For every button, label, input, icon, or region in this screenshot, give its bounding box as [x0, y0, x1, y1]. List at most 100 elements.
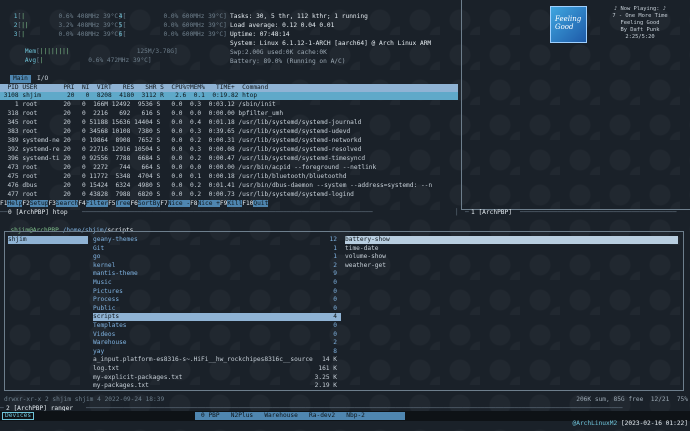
file-name: my-explicit-packages.txt: [93, 373, 183, 381]
file-name: Videos: [93, 330, 116, 338]
file-size: 1: [333, 244, 337, 252]
process-row[interactable]: 1 root 20 0 166M 12492 9536 S 0.0 0.3 0:…: [0, 101, 276, 109]
fkey-label[interactable]: Kill: [227, 200, 243, 207]
function-key-bar: F1HelpF2SetupF3SearchF4FilterF5TreeF6Sor…: [0, 200, 458, 208]
file-name: mantis-theme: [93, 270, 138, 278]
process-table-header[interactable]: PID USER PRI NI VIRT RES SHR S CPU%▽MEM%…: [0, 84, 458, 92]
fkey-f3[interactable]: F3: [48, 200, 55, 207]
fkey-f5[interactable]: F5: [108, 200, 115, 207]
process-row[interactable]: 396 systemd-ti 20 0 92556 7788 6684 S 0.…: [0, 155, 365, 163]
ranger-preview-item[interactable]: volume-show: [345, 253, 678, 261]
album-name: Feeling Good: [620, 20, 660, 26]
system-line: System: Linux 6.1.12-1-ARCH [aarch64] @ …: [230, 40, 432, 47]
tab-main[interactable]: Main: [10, 75, 31, 83]
process-row[interactable]: 476 dbus 20 0 15424 6324 4980 S 0.0 0.2 …: [0, 182, 432, 190]
file-size: 1: [333, 253, 337, 261]
file-size: 2: [333, 261, 337, 269]
ranger-preview-item[interactable]: weather-get: [345, 262, 678, 270]
tmux-host-clock: @ArchLinuxM2 [2023-02-16 01:22]: [572, 420, 689, 427]
fkey-f7[interactable]: F7: [160, 200, 167, 207]
cpu-meter-1: 1[| 0.6% 408MHz 39°C]: [10, 13, 122, 20]
file-size: 161 K: [318, 365, 337, 372]
process-row[interactable]: 477 root 20 0 43828 7988 6820 S 0.0 0.2 …: [0, 191, 353, 199]
ranger-file-item[interactable]: log.txt 161 K: [93, 365, 341, 373]
ranger-file-item[interactable]: Process 0: [93, 296, 341, 304]
fkey-label[interactable]: Nice -: [167, 200, 191, 207]
process-row[interactable]: 345 root 20 0 51188 15636 14404 S 0.0 0.…: [0, 119, 361, 127]
devices-label[interactable]: Devices: [2, 412, 35, 420]
disk-summary: 206K sum, 85G free 12/21 75%: [576, 396, 688, 403]
ranger-file-item[interactable]: Public 0: [93, 305, 341, 313]
file-name: Public: [93, 304, 116, 312]
fkey-f4[interactable]: F4: [78, 200, 85, 207]
fkey-label[interactable]: Nice +: [197, 200, 220, 207]
htop-pane[interactable]: 1[| 0.6% 408MHz 39°C] 2[|| 3.2% 408MHz 3…: [0, 0, 458, 220]
fkey-label[interactable]: Quit: [253, 200, 269, 207]
ranger-file-item[interactable]: Music 0: [93, 279, 341, 287]
process-row[interactable]: 392 systemd-re 20 0 22716 12916 10504 S …: [0, 146, 361, 154]
ranger-file-item[interactable]: Templates 0: [93, 322, 341, 330]
htop-pane-status: ── 0 [ArchPBP] htop ────────────────────…: [0, 209, 677, 216]
file-size: 0: [333, 322, 337, 329]
process-row[interactable]: 318 root 20 0 2216 692 616 S 0.0 0.0 0:0…: [0, 110, 283, 118]
ranger-file-item[interactable]: go 1: [93, 253, 341, 261]
file-size: 0: [333, 296, 337, 304]
ranger-file-item[interactable]: Git 1: [93, 245, 341, 253]
file-size: 12: [329, 236, 337, 243]
tab-io[interactable]: I/O: [34, 75, 51, 83]
ranger-parent-item[interactable]: shjim: [8, 236, 88, 244]
ranger-file-item[interactable]: a_input.platform-es8316-s~.HiFi__hw_rock…: [93, 356, 341, 364]
ranger-file-item[interactable]: yay 8: [93, 348, 341, 356]
file-size: 0: [333, 287, 337, 295]
process-row[interactable]: 3108 shjim 20 0 8208 4180 3112 R 2.6 0.1…: [0, 92, 257, 100]
file-size: 2.19 K: [314, 382, 337, 390]
file-name: Pictures: [93, 287, 123, 295]
ranger-file-item[interactable]: mantis-theme 9: [93, 270, 341, 278]
fkey-label[interactable]: Setup: [29, 200, 49, 207]
fkey-f10[interactable]: F10: [242, 200, 253, 207]
fkey-label[interactable]: Search: [55, 200, 79, 207]
file-name: Git: [93, 244, 105, 252]
process-row[interactable]: 473 root 20 0 2272 744 664 S 0.0 0.0 0:0…: [0, 164, 376, 172]
process-row[interactable]: 383 root 20 0 34568 10108 7380 S 0.0 0.3…: [0, 128, 350, 136]
process-row[interactable]: 389 systemd-ne 20 0 19864 8908 7652 S 0.…: [0, 137, 361, 145]
fkey-label[interactable]: Filter: [85, 200, 109, 207]
cpu-meter-5: 5[ 0.0% 600MHz 39°C]: [115, 22, 227, 29]
load-average: Load average: 0.12 0.04 0.01: [230, 22, 335, 29]
ranger-file-item[interactable]: geany-themes 12: [93, 236, 341, 244]
album-art: Feeling Good: [550, 6, 587, 43]
fkey-label[interactable]: Tree: [115, 200, 131, 207]
ranger-file-item[interactable]: Warehouse 2: [93, 339, 341, 347]
track-title: 7 - One More Time: [612, 13, 668, 19]
file-size: 4: [333, 313, 337, 321]
file-name: my-packages.txt: [93, 382, 149, 390]
ranger-file-item[interactable]: Videos 0: [93, 331, 341, 339]
ranger-file-item[interactable]: kernel 2: [93, 262, 341, 270]
fkey-f2[interactable]: F2: [22, 200, 29, 207]
file-size: 9: [333, 270, 337, 278]
ranger-file-item[interactable]: Pictures 0: [93, 288, 341, 296]
now-playing-heading: ♪ Now Playing: ♪: [614, 6, 666, 12]
ranger-file-item[interactable]: scripts 4: [93, 313, 341, 322]
cpu-meter-4: 4[ 0.0% 600MHz 39°C]: [115, 13, 227, 20]
process-row[interactable]: 475 root 20 0 11772 5348 4704 S 0.0 0.1 …: [0, 173, 346, 181]
file-size: 3.25 K: [314, 373, 337, 381]
file-size: 0: [333, 330, 337, 338]
fkey-f8[interactable]: F8: [190, 200, 197, 207]
cpu-meter-3: 3[| 0.0% 408MHz 39°C]: [10, 31, 122, 38]
file-size: 0: [333, 279, 337, 286]
fkey-label[interactable]: SortBy: [137, 200, 161, 207]
file-name: scripts: [93, 313, 120, 321]
tmux-window-tabs[interactable]: 0 PBP N2Plus Warehouse Ra-dev2 Nbp-2: [195, 412, 405, 420]
file-name: Process: [93, 296, 120, 304]
file-permissions: drwxr-xr-x 2 shjim shjim 4 2022-09-24 18…: [4, 396, 165, 403]
fkey-label[interactable]: Help: [7, 200, 23, 207]
ranger-file-item[interactable]: my-explicit-packages.txt 3.25 K: [93, 374, 341, 382]
swap-line: Swp:2.00G used:0K cache:0K: [230, 49, 327, 56]
ranger-file-item[interactable]: my-packages.txt 2.19 K: [93, 382, 341, 390]
cpu-meter-6: 6[ 0.0% 600MHz 39°C]: [115, 31, 227, 38]
ranger-preview-item[interactable]: battery-show: [345, 236, 678, 244]
ranger-preview-item[interactable]: time-date: [345, 245, 678, 253]
fkey-f6[interactable]: F6: [130, 200, 137, 207]
ranger-info-bar: drwxr-xr-x 2 shjim shjim 4 2022-09-24 18…: [4, 396, 688, 404]
